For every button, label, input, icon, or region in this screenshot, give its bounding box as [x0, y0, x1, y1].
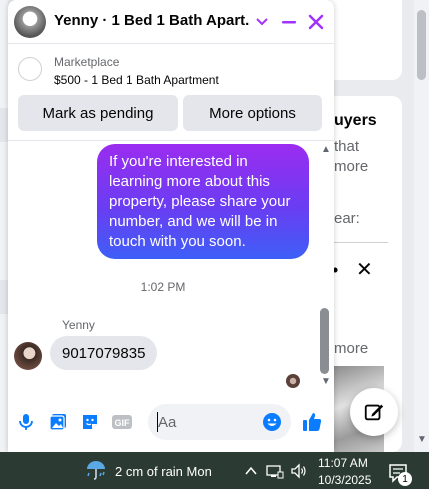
background-left-strip [0, 108, 8, 142]
chat-header[interactable]: Yenny · 1 Bed 1 Bath Apart... [8, 0, 334, 44]
seen-receipt-avatar [286, 374, 300, 388]
sender-name: Yenny [62, 318, 95, 332]
sticker-icon[interactable] [78, 410, 102, 434]
listing-category: Marketplace [54, 55, 120, 69]
mic-icon[interactable] [14, 410, 38, 434]
listing-name[interactable]: $500 - 1 Bed 1 Bath Apartment [54, 73, 219, 87]
outgoing-message[interactable]: If you're interested in learning more ab… [97, 144, 309, 259]
like-thumb-icon[interactable] [300, 410, 324, 434]
notification-count-badge: 1 [398, 472, 412, 486]
emoji-icon[interactable] [260, 410, 284, 434]
message-input-container[interactable] [148, 404, 291, 440]
message-timestamp: 1:02 PM [140, 280, 186, 294]
clock-time[interactable]: 11:07 AM [318, 456, 368, 470]
rain-icon[interactable] [84, 458, 108, 482]
divider [8, 140, 334, 141]
minimize-icon[interactable] [277, 10, 301, 34]
background-left-strip [0, 280, 8, 314]
scroll-up-arrow-icon[interactable]: ▲ [321, 144, 331, 155]
background-left-panel [0, 0, 8, 452]
weather-text[interactable]: 2 cm of rain Mon [115, 464, 212, 479]
compose-icon [364, 404, 384, 421]
listing-thumbnail [18, 57, 42, 81]
page-scrollbar-thumb[interactable] [417, 10, 426, 80]
clock-date[interactable]: 10/3/2025 [318, 473, 371, 487]
close-icon[interactable] [304, 10, 328, 34]
background-card-text: more [334, 158, 369, 175]
marketplace-listing[interactable]: Marketplace $500 - 1 Bed 1 Bath Apartmen… [8, 45, 334, 95]
taskbar: 2 cm of rain Mon 11:07 AM 10/3/2025 1 [0, 452, 429, 489]
page-scrollbar[interactable]: ▼ [414, 0, 429, 452]
gif-icon[interactable]: GIF [110, 410, 134, 434]
background-more-link[interactable]: more [334, 340, 368, 357]
background-card-text: that [334, 138, 360, 155]
background-divider [334, 242, 388, 243]
sender-avatar[interactable] [14, 342, 42, 370]
background-card-title: uyers [334, 112, 377, 129]
message-input[interactable] [158, 412, 254, 432]
messages-scrollbar-thumb[interactable] [320, 308, 329, 374]
chevron-down-icon[interactable] [250, 10, 274, 34]
chat-window: Yenny · 1 Bed 1 Bath Apart... Marketplac… [8, 0, 334, 452]
incoming-message[interactable]: 9017079835 [50, 336, 158, 370]
message-composer: GIF [8, 400, 334, 444]
chat-title[interactable]: Yenny · 1 Bed 1 Bath Apart... [54, 12, 250, 29]
more-options-button[interactable]: More options [183, 95, 322, 131]
avatar[interactable] [14, 6, 46, 38]
messages-scrollbar[interactable]: ▲ ▼ [320, 144, 332, 388]
chevron-up-icon[interactable] [242, 462, 260, 480]
scroll-down-arrow-icon[interactable]: ▼ [321, 376, 331, 387]
svg-text:GIF: GIF [115, 418, 131, 428]
photo-icon[interactable] [46, 410, 70, 434]
new-message-button[interactable] [350, 388, 398, 436]
background-card-text: ear: [334, 210, 360, 227]
mark-as-pending-button[interactable]: Mark as pending [18, 95, 178, 131]
wifi-icon[interactable] [266, 462, 284, 480]
scroll-down-arrow-icon[interactable]: ▼ [417, 434, 427, 445]
volume-icon[interactable] [290, 462, 308, 480]
background-close-icon[interactable]: ✕ [356, 260, 373, 280]
